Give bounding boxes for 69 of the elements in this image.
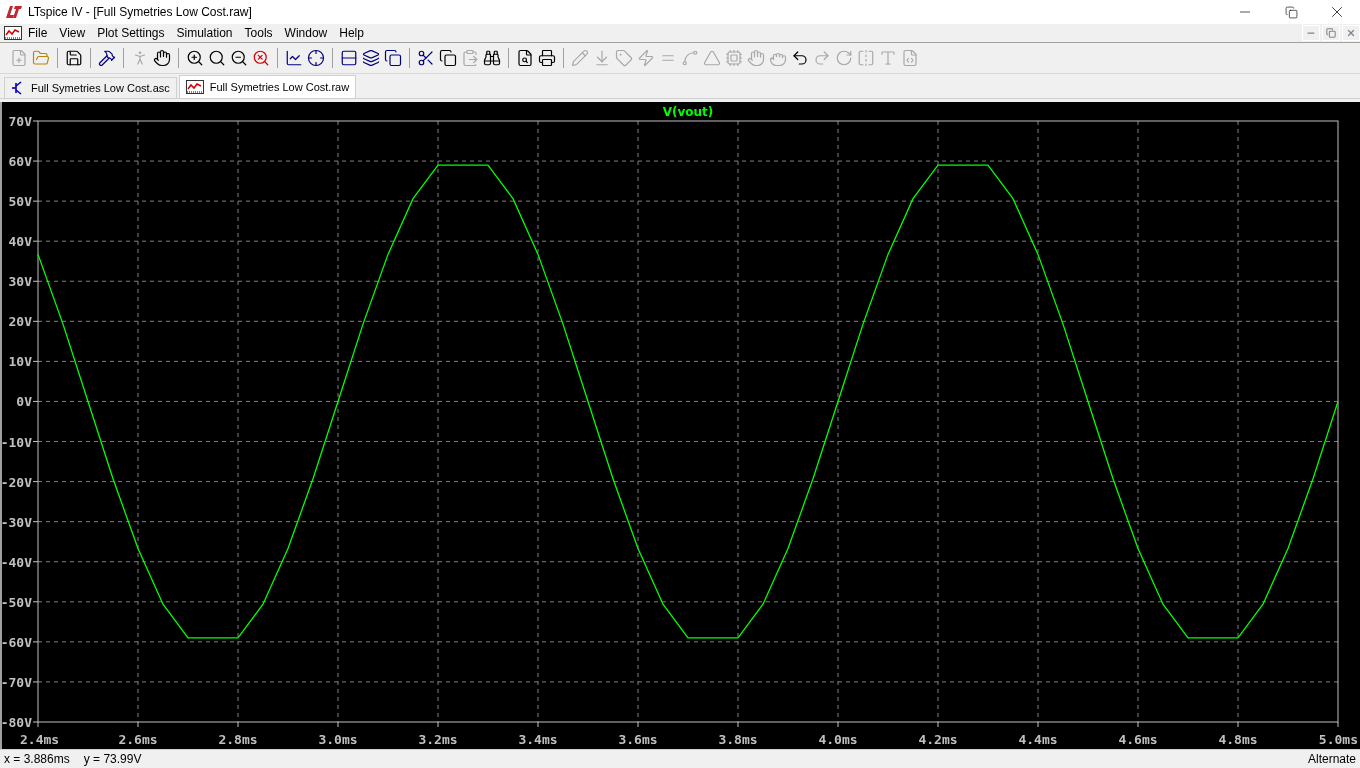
y-axis-label: -80V [2, 715, 32, 730]
cut-icon[interactable] [417, 49, 435, 67]
y-axis-label: -40V [2, 554, 32, 570]
x-axis-label: 2.6ms [118, 732, 158, 747]
cursor-y-reading: y = 73.99V [83, 752, 142, 766]
y-axis-label: -50V [2, 594, 32, 610]
menu-item[interactable]: Simulation [170, 26, 239, 40]
zoom-in-icon[interactable] [186, 49, 204, 67]
child-minimize-button[interactable] [1302, 25, 1320, 41]
y-axis-label: 30V [8, 274, 32, 290]
x-axis-label: 2.8ms [218, 732, 258, 747]
menu-item[interactable]: View [53, 26, 92, 40]
y-axis-label: 20V [8, 314, 32, 330]
x-axis-label: 4.2ms [918, 732, 958, 747]
logo-icon [6, 6, 22, 18]
x-axis-label: 3.8ms [718, 732, 758, 747]
crosshair-icon[interactable] [307, 49, 325, 67]
chart-icon[interactable] [285, 49, 303, 67]
zoom-out-icon[interactable] [230, 49, 248, 67]
y-axis-label: 0V [16, 394, 32, 410]
hammer-icon[interactable] [98, 49, 116, 67]
cursor-x-reading: x = 3.886ms [4, 752, 70, 766]
document-tab[interactable]: Full Symetries Low Cost.raw [178, 75, 357, 98]
magnifier-icon[interactable] [208, 49, 226, 67]
x-axis-label: 5.0ms [1318, 732, 1358, 747]
plot-icon [185, 80, 204, 94]
folder-icon[interactable] [32, 49, 50, 67]
y-axis-label: -60V [2, 634, 32, 650]
restore-icon[interactable] [1284, 5, 1298, 19]
window-title: LTspice IV - [Full Symetries Low Cost.raw] [28, 5, 253, 19]
y-axis-label: 10V [8, 354, 32, 370]
x-axis-label: 3.6ms [618, 732, 658, 747]
rows-icon[interactable] [340, 49, 358, 67]
x-axis-label: 4.8ms [1218, 732, 1258, 747]
trace-name[interactable]: V(vout) [662, 105, 714, 119]
hand-icon[interactable] [153, 49, 171, 67]
copy-icon[interactable] [439, 49, 457, 67]
x-axis-label: 4.0ms [818, 732, 858, 747]
printer-icon[interactable] [538, 49, 556, 67]
print-preview-icon[interactable] [516, 49, 534, 67]
close-icon [1346, 28, 1356, 38]
y-axis-label: -70V [2, 674, 32, 690]
document-tab[interactable]: Full Symetries Low Cost.asc [4, 77, 177, 98]
x-axis-label: 3.4ms [518, 732, 558, 747]
y-axis-label: -20V [2, 474, 32, 490]
y-axis-label: -30V [2, 514, 32, 530]
restore-icon [1326, 28, 1336, 38]
y-axis-label: -10V [2, 434, 32, 450]
menu-item[interactable]: Help [333, 26, 370, 40]
y-axis-label: 70V [8, 114, 32, 129]
status-mode: Alternate [1307, 752, 1356, 766]
y-axis-label: 40V [8, 234, 32, 250]
plot-document-icon [4, 26, 22, 40]
y-axis-label: 50V [8, 194, 32, 210]
binoculars-icon[interactable] [483, 49, 501, 67]
menu-item[interactable]: Tools [238, 26, 279, 40]
undo-icon[interactable] [791, 49, 809, 67]
x-axis-label: 3.2ms [418, 732, 458, 747]
menu-item[interactable]: Window [278, 26, 334, 40]
y-axis-label: 60V [8, 154, 32, 170]
child-close-button[interactable] [1342, 25, 1360, 41]
x-axis-label: 4.4ms [1018, 732, 1058, 747]
menu-item[interactable]: Plot Settings [91, 26, 171, 40]
x-axis-label: 4.6ms [1118, 732, 1158, 747]
magnifier-cross-icon[interactable] [252, 49, 270, 67]
cascade-icon[interactable] [362, 49, 380, 67]
menu-item[interactable]: File [22, 26, 54, 40]
x-axis-label: 3.0ms [318, 732, 358, 747]
x-axis-label: 2.4ms [20, 732, 60, 747]
